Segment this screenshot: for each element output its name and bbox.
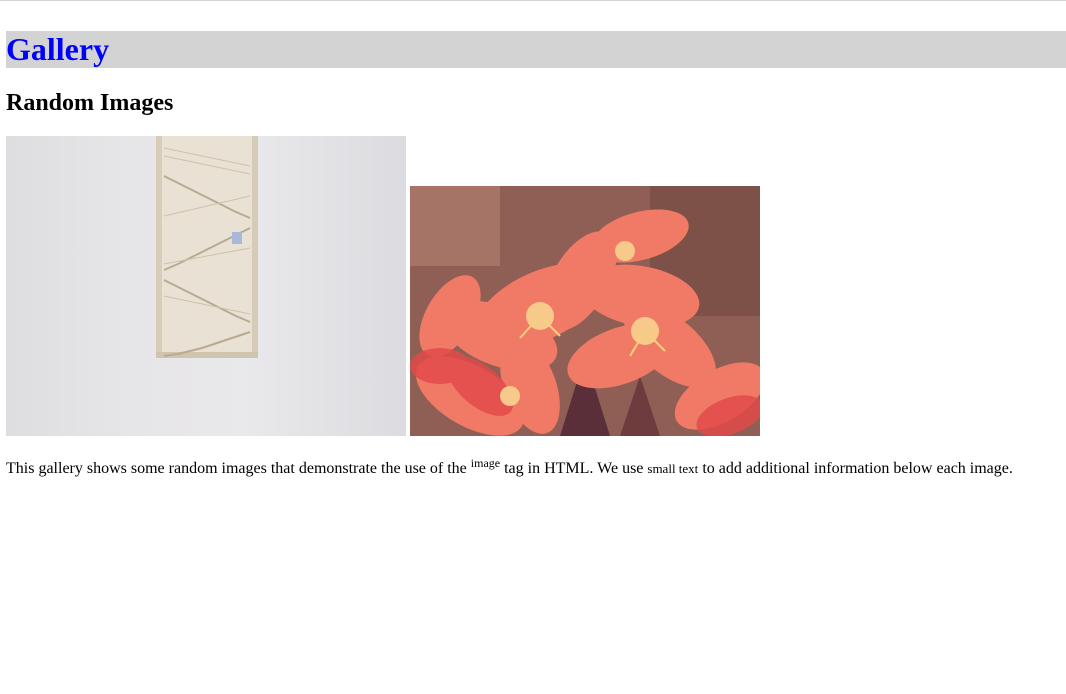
caption-text-1: This gallery shows some random images th… [6, 460, 471, 477]
section-title: Random Images [6, 90, 174, 116]
stairwell-illustration [156, 136, 258, 358]
page-title: Gallery [6, 31, 110, 67]
caption-superscript: image [470, 456, 501, 470]
top-border [0, 0, 1066, 1]
flowers-image [410, 186, 760, 436]
caption-text-2: tag in HTML. We use [500, 460, 648, 477]
caption-small-text: small text [647, 461, 699, 476]
gallery-caption: This gallery shows some random images th… [6, 456, 1066, 480]
flowers-illustration [410, 186, 760, 436]
gallery-header: Gallery [6, 31, 1066, 68]
caption-text-3: to add additional information below each… [698, 460, 1013, 477]
stairwell-image [6, 136, 406, 436]
